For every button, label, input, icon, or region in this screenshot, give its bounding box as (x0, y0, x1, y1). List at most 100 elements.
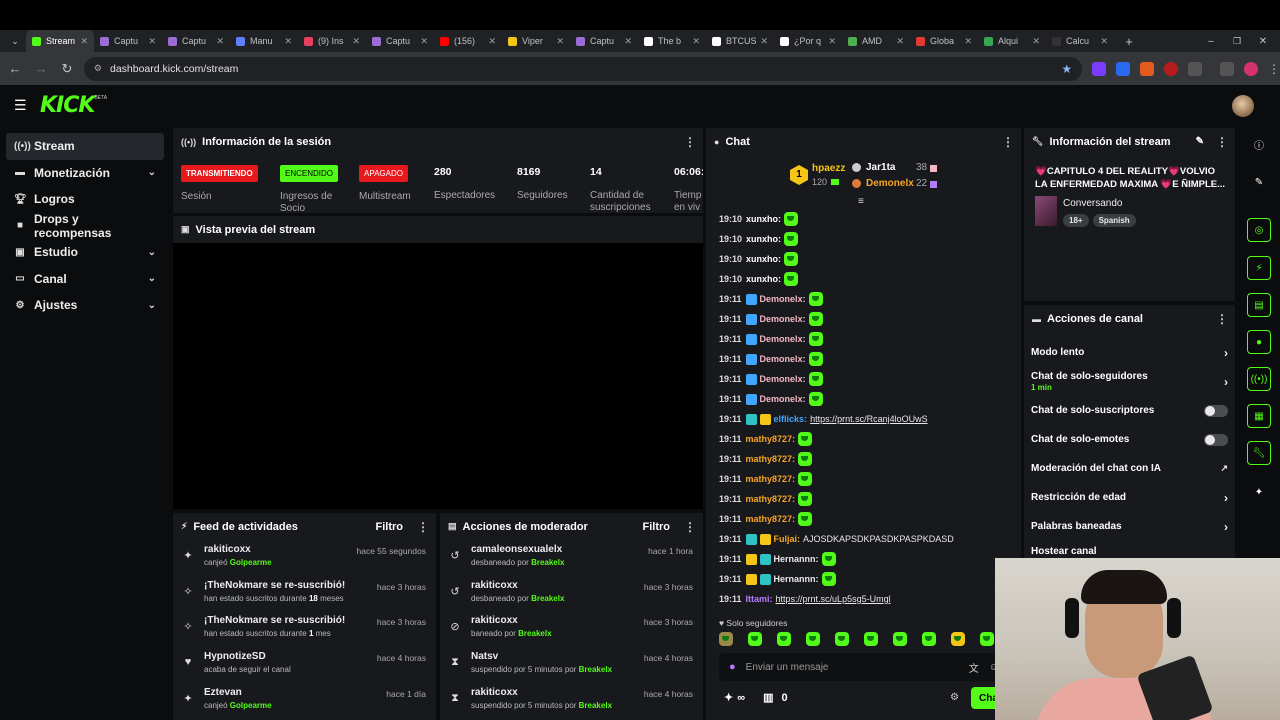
browser-tab[interactable]: Captu ✕ (366, 30, 434, 52)
emote-icon[interactable] (777, 632, 791, 646)
close-tab-icon[interactable]: ✕ (556, 36, 564, 47)
close-tab-icon[interactable]: ✕ (488, 36, 496, 47)
chat-username[interactable]: mathy8727: (746, 434, 796, 444)
broadcast-icon[interactable]: ((•)) (1247, 367, 1271, 391)
activity-user[interactable]: rakiticoxx (204, 544, 272, 555)
browser-tab[interactable]: Captu ✕ (162, 30, 230, 52)
channel-action-row[interactable]: Chat de solo-emotes (1024, 425, 1235, 454)
chat-username[interactable]: elflicks: (774, 414, 808, 424)
microphone-icon[interactable]: ● (729, 661, 736, 673)
edit-icon[interactable]: ✎ (1247, 170, 1271, 194)
forward-icon[interactable]: → (30, 58, 52, 80)
close-tab-icon[interactable]: ✕ (624, 36, 632, 47)
emote-icon[interactable] (951, 632, 965, 646)
close-tab-icon[interactable]: ✕ (896, 36, 904, 47)
emote-icon[interactable] (748, 632, 762, 646)
back-icon[interactable]: ← (4, 58, 26, 80)
close-window-icon[interactable]: ✕ (1252, 30, 1274, 52)
toggle-switch[interactable] (1204, 433, 1228, 446)
more-options-icon[interactable]: ⋮ (1002, 135, 1014, 149)
chat-username[interactable]: mathy8727: (746, 494, 796, 504)
browser-tab[interactable]: ¿Por q ✕ (774, 30, 842, 52)
close-tab-icon[interactable]: ✕ (1032, 36, 1040, 47)
browser-tab[interactable]: AMD ✕ (842, 30, 910, 52)
browser-tab[interactable]: Captu ✕ (570, 30, 638, 52)
emote-icon[interactable] (922, 632, 936, 646)
extension-icon[interactable] (1164, 61, 1179, 76)
chat-input[interactable]: ● Enviar un mensaje 文 ☺ (719, 653, 1009, 681)
extension-icon[interactable] (1140, 61, 1155, 76)
activity-user[interactable]: ¡TheNokmare se re-suscribió! (204, 615, 345, 626)
bookmark-star-icon[interactable]: ★ (1061, 62, 1072, 76)
menu-icon[interactable]: ⋮ (1268, 62, 1280, 76)
top-gifter-name[interactable]: Demonelx (866, 178, 914, 189)
maximize-icon[interactable]: ❐ (1226, 30, 1248, 52)
chat-username[interactable]: Ittami: (746, 594, 773, 604)
chat-username[interactable]: Hernannn: (774, 554, 819, 564)
channel-action-row[interactable]: Palabras baneadas › (1024, 512, 1235, 541)
top-gifter-name[interactable]: Jar1ta (866, 162, 895, 173)
chat-username[interactable]: Demonelx: (760, 394, 806, 404)
new-tab-button[interactable]: + (1118, 30, 1140, 52)
browser-tab[interactable]: Captu ✕ (94, 30, 162, 52)
channel-action-row[interactable]: Restricción de edad › (1024, 483, 1235, 512)
sidebar-item-stream[interactable]: ((•)) Stream (6, 133, 164, 160)
collapse-pinned-icon[interactable]: ≡ (858, 196, 864, 207)
kick-logo[interactable]: KICK (40, 93, 95, 118)
chat-link[interactable]: https://prnt.sc/uLp5sg5-Umgl (776, 594, 891, 604)
browser-tab[interactable]: (9) Ins ✕ (298, 30, 366, 52)
browser-tab[interactable]: Calcu ✕ (1046, 30, 1114, 52)
browser-tab[interactable]: Stream ✕ (26, 30, 94, 52)
close-tab-icon[interactable]: ✕ (828, 36, 836, 47)
sidebar-item-drops[interactable]: ■ Drops y recompensas (6, 212, 164, 240)
close-tab-icon[interactable]: ✕ (420, 36, 428, 47)
more-options-icon[interactable]: ⋮ (684, 520, 696, 534)
close-tab-icon[interactable]: ✕ (148, 36, 156, 47)
layout-icon[interactable]: ▦ (1247, 404, 1271, 428)
sidebar-item-ajustes[interactable]: ⚙ Ajustes ⌄ (6, 292, 164, 319)
chat-username[interactable]: mathy8727: (746, 474, 796, 484)
activity-user[interactable]: Eztevan (204, 687, 272, 698)
browser-tab[interactable]: Manu ✕ (230, 30, 298, 52)
close-tab-icon[interactable]: ✕ (284, 36, 292, 47)
chat-link[interactable]: https://prnt.sc/Rcanj4loOUwS (810, 414, 928, 424)
puzzle-icon[interactable] (1188, 61, 1203, 76)
category-thumbnail[interactable] (1035, 196, 1057, 226)
chat-username[interactable]: Hernannn: (774, 574, 819, 584)
close-tab-icon[interactable]: ✕ (352, 36, 360, 47)
profile-avatar-icon[interactable] (1244, 61, 1258, 76)
moderated-user[interactable]: rakiticoxx (471, 615, 552, 626)
activity-user[interactable]: ¡TheNokmare se re-suscribió! (204, 580, 345, 591)
chat-username[interactable]: xunxho: (746, 274, 781, 284)
close-tab-icon[interactable]: ✕ (1100, 36, 1108, 47)
activity-user[interactable]: HypnotizeSD (204, 651, 291, 662)
moderated-user[interactable]: rakiticoxx (471, 687, 612, 698)
hamburger-menu-icon[interactable]: ☰ (14, 97, 27, 114)
browser-tab[interactable]: The b ✕ (638, 30, 706, 52)
extension-icon[interactable] (1092, 61, 1107, 76)
chat-username[interactable]: mathy8727: (746, 454, 796, 464)
document-icon[interactable]: ▤ (1247, 293, 1271, 317)
chat-username[interactable]: xunxho: (746, 254, 781, 264)
moderated-user[interactable]: camaleonsexualelx (471, 544, 564, 555)
emote-icon[interactable] (980, 632, 994, 646)
sidebar-item-logros[interactable]: 🏆︎ Logros (6, 186, 164, 213)
chat-username[interactable]: mathy8727: (746, 514, 796, 524)
avatar[interactable] (1232, 95, 1254, 117)
chat-username[interactable]: xunxho: (746, 214, 781, 224)
chat-username[interactable]: Demonelx: (760, 294, 806, 304)
sidebar-item-monetizacion[interactable]: ▬ Monetización ⌄ (6, 160, 164, 187)
sidebar-item-estudio[interactable]: ▣ Estudio ⌄ (6, 239, 164, 266)
browser-tab[interactable]: Globa ✕ (910, 30, 978, 52)
more-options-icon[interactable]: ⋮ (1216, 312, 1228, 326)
browser-tab[interactable]: BTCUS ✕ (706, 30, 774, 52)
toggle-switch[interactable] (1204, 404, 1228, 417)
tab-search-icon[interactable]: ⌄ (4, 30, 26, 52)
kick-coin-icon[interactable]: ✦ (1247, 480, 1271, 504)
close-tab-icon[interactable]: ✕ (692, 36, 700, 47)
channel-action-row[interactable]: Chat de solo-suscriptores (1024, 396, 1235, 425)
chat-username[interactable]: Demonelx: (760, 354, 806, 364)
category-name[interactable]: Conversando (1063, 198, 1122, 209)
filter-button[interactable]: Filtro (643, 521, 671, 533)
lightning-icon[interactable]: ⚡︎ (1247, 256, 1271, 280)
